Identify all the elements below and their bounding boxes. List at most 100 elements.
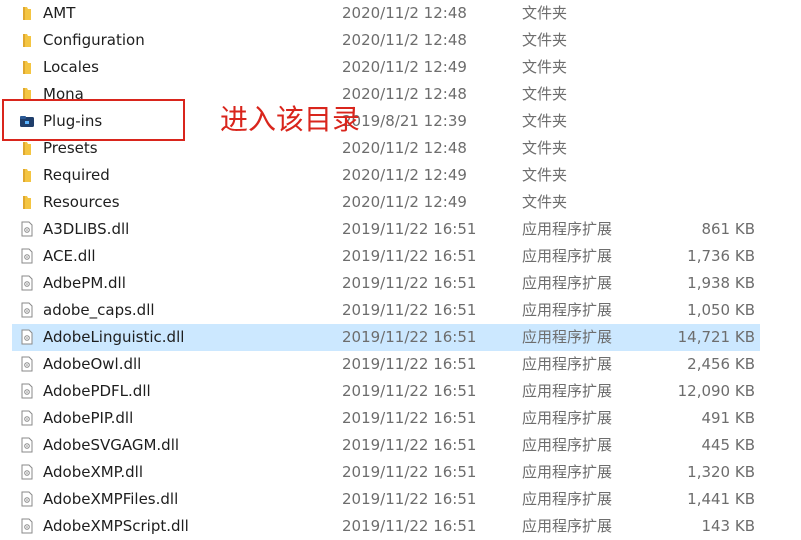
folder-icon [23,7,31,20]
file-row[interactable]: adobe_caps.dll 2019/11/22 16:51 应用程序扩展 1… [12,297,760,324]
file-row[interactable]: Locales 2020/11/2 12:49 文件夹 [12,54,760,81]
file-type: 文件夹 [522,85,568,103]
file-size: 445 KB [701,436,755,454]
file-name: AdobePDFL.dll [43,382,151,400]
file-date: 2020/11/2 12:48 [342,31,467,49]
file-size: 1,736 KB [687,247,755,265]
file-name: AdobeXMP.dll [43,463,143,481]
file-name: Locales [43,58,99,76]
file-type: 应用程序扩展 [522,247,613,265]
file-name: AdobeXMPFiles.dll [43,490,179,508]
folder-icon [23,34,31,47]
file-date: 2020/11/2 12:49 [342,193,467,211]
dll-file-icon [21,464,33,480]
file-size: 12,090 KB [677,382,755,400]
file-date: 2020/11/2 12:48 [342,4,467,22]
annotation-text: 进入该目录 [220,103,361,136]
file-row[interactable]: ACE.dll 2019/11/22 16:51 应用程序扩展 1,736 KB [12,243,760,270]
file-type: 应用程序扩展 [522,328,613,346]
file-row[interactable]: AMT 2020/11/2 12:48 文件夹 [12,0,760,27]
file-row[interactable]: AdobeXMPFiles.dll 2019/11/22 16:51 应用程序扩… [12,486,760,513]
file-size: 2,456 KB [687,355,755,373]
file-type: 应用程序扩展 [522,490,613,508]
file-date: 2019/11/22 16:51 [342,436,477,454]
file-size: 1,938 KB [687,274,755,292]
file-date: 2019/11/22 16:51 [342,274,477,292]
file-size: 1,320 KB [687,463,755,481]
file-date: 2019/11/22 16:51 [342,409,477,427]
file-date: 2019/11/22 16:51 [342,382,477,400]
file-name: AdobeOwl.dll [43,355,142,373]
file-row[interactable]: AdbePM.dll 2019/11/22 16:51 应用程序扩展 1,938… [12,270,760,297]
dll-file-icon [21,518,33,534]
file-date: 2019/11/22 16:51 [342,355,477,373]
file-name: adobe_caps.dll [43,301,155,319]
file-type: 应用程序扩展 [522,436,613,454]
file-type: 文件夹 [522,58,568,76]
file-date: 2020/11/2 12:49 [342,58,467,76]
file-row[interactable]: Resources 2020/11/2 12:49 文件夹 [12,189,760,216]
folder-icon [23,142,31,155]
file-type: 应用程序扩展 [522,382,613,400]
file-size: 861 KB [701,220,755,238]
file-name: AMT [43,4,76,22]
file-type: 应用程序扩展 [522,409,613,427]
file-name: AdobeLinguistic.dll [43,328,185,346]
dll-file-icon [21,491,33,507]
folder-icon [23,196,31,209]
file-row[interactable]: Configuration 2020/11/2 12:48 文件夹 [12,27,760,54]
file-row-selected[interactable]: AdobeLinguistic.dll 2019/11/22 16:51 应用程… [12,324,760,351]
dll-file-icon [21,248,33,264]
file-name: Resources [43,193,120,211]
folder-icon [23,61,31,74]
file-type: 文件夹 [522,31,568,49]
file-name: A3DLIBS.dll [43,220,130,238]
file-row[interactable]: AdobePIP.dll 2019/11/22 16:51 应用程序扩展 491… [12,405,760,432]
file-type: 文件夹 [522,166,568,184]
dll-file-icon [21,329,33,345]
file-size: 1,050 KB [687,301,755,319]
file-type: 应用程序扩展 [522,463,613,481]
highlight-box [2,99,185,141]
file-type: 应用程序扩展 [522,355,613,373]
file-type: 文件夹 [522,139,568,157]
dll-file-icon [21,275,33,291]
file-row[interactable]: Required 2020/11/2 12:49 文件夹 [12,162,760,189]
dll-file-icon [21,410,33,426]
file-size: 1,441 KB [687,490,755,508]
file-name: AdbePM.dll [43,274,126,292]
file-type: 文件夹 [522,4,568,22]
file-row[interactable]: AdobeXMP.dll 2019/11/22 16:51 应用程序扩展 1,3… [12,459,760,486]
file-row[interactable]: A3DLIBS.dll 2019/11/22 16:51 应用程序扩展 861 … [12,216,760,243]
file-name: AdobeSVGAGM.dll [43,436,180,454]
file-name: Configuration [43,31,145,49]
file-size: 14,721 KB [677,328,755,346]
file-type: 文件夹 [522,112,568,130]
file-type: 文件夹 [522,193,568,211]
dll-file-icon [21,383,33,399]
file-date: 2019/11/22 16:51 [342,490,477,508]
file-row[interactable]: AdobePDFL.dll 2019/11/22 16:51 应用程序扩展 12… [12,378,760,405]
file-date: 2020/11/2 12:49 [342,166,467,184]
folder-icon [23,169,31,182]
file-name: Required [43,166,110,184]
file-date: 2020/11/2 12:48 [342,139,467,157]
file-date: 2019/11/22 16:51 [342,463,477,481]
file-date: 2019/11/22 16:51 [342,301,477,319]
dll-file-icon [21,221,33,237]
file-name: AdobePIP.dll [43,409,134,427]
dll-file-icon [21,356,33,372]
file-row[interactable]: AdobeOwl.dll 2019/11/22 16:51 应用程序扩展 2,4… [12,351,760,378]
file-type: 应用程序扩展 [522,301,613,319]
file-date: 2019/11/22 16:51 [342,220,477,238]
file-row[interactable]: AdobeSVGAGM.dll 2019/11/22 16:51 应用程序扩展 … [12,432,760,459]
file-date: 2020/11/2 12:48 [342,85,467,103]
file-date: 2019/11/22 16:51 [342,247,477,265]
file-date: 2019/11/22 16:51 [342,328,477,346]
file-date: 2019/8/21 12:39 [342,112,467,130]
file-size: 491 KB [701,409,755,427]
file-type: 应用程序扩展 [522,220,613,238]
dll-file-icon [21,302,33,318]
file-name: ACE.dll [43,247,96,265]
file-type: 应用程序扩展 [522,274,613,292]
